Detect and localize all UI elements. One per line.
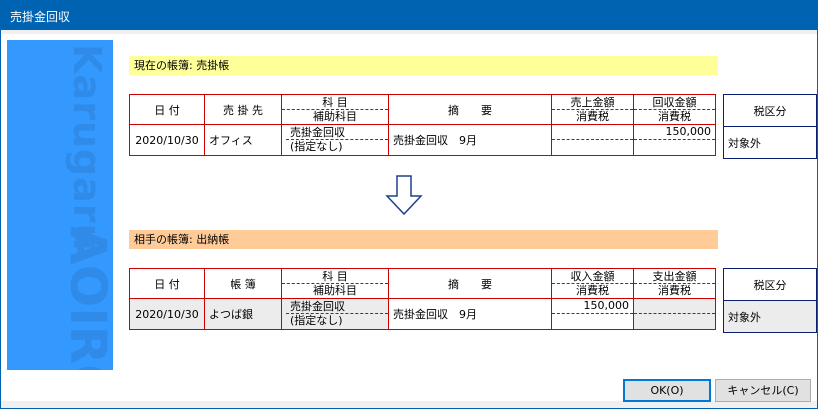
window-title: 売掛金回収 [10,10,71,24]
cell-account: 売掛金回収 (指定なし) [281,124,389,156]
cell-amount1-value [552,126,633,140]
header-partner: 売 掛 先 [204,94,282,125]
header-summary: 摘 要 [388,94,552,125]
cell-tax2-value [634,140,715,154]
other-book-label: 相手の帳簿: 出納帳 [129,230,718,249]
header-account: 科 目 補助科目 [281,268,389,299]
down-arrow-icon [385,175,423,216]
brand-logo-bottom: AOIRO [59,226,113,370]
header-tax2-label: 消費税 [658,109,691,123]
brand-logo-top: Karugaru [65,44,109,252]
header-tax1-label: 消費税 [576,283,609,297]
cell-amount1 [551,124,634,156]
cell-account-value: 売掛金回収 [286,127,388,140]
header-tax2-label: 消費税 [658,283,691,297]
dialog-frame: Karugaru AOIRO 現在の帳簿: 売掛帳 日 付 売 掛 先 科 目 … [1,30,817,408]
cell-sub-account-value: (指定なし) [290,140,343,153]
header-tax-class: 税区分 [723,268,817,301]
cell-tax-class: 対象外 [723,126,817,159]
cell-amount2-value: 150,000 [634,126,715,140]
cancel-button[interactable]: キャンセル(C) [715,379,811,402]
current-book-label: 現在の帳簿: 売掛帳 [129,56,718,75]
cell-partner: オフィス [204,124,282,156]
title-bar: 売掛金回収 [0,0,818,30]
header-date: 日 付 [129,94,205,125]
header-amount1-label: 収入金額 [552,270,633,284]
cell-amount2 [633,298,716,330]
current-tax-table: 税区分 対象外 [723,94,817,159]
cell-sub-account-value: (指定なし) [290,314,343,327]
cell-summary: 売掛金回収 9月 [388,298,552,330]
cell-amount1: 150,000 [551,298,634,330]
header-date: 日 付 [129,268,205,299]
header-account-label: 科 目 [282,96,388,110]
header-book: 帳 簿 [204,268,282,299]
other-tax-table: 税区分 対象外 [723,268,817,333]
cell-account-value: 売掛金回収 [286,301,388,314]
cell-amount2-value [634,300,715,314]
header-tax1-label: 消費税 [576,109,609,123]
header-amount2: 支出金額 消費税 [633,268,716,299]
cell-account: 売掛金回収 (指定なし) [281,298,389,330]
brand-side-panel: Karugaru AOIRO [7,40,113,370]
cell-tax2-value [634,314,715,328]
cell-tax1-value [552,314,633,328]
cell-date: 2020/10/30 [129,298,205,330]
header-account-label: 科 目 [282,270,388,284]
header-amount1: 収入金額 消費税 [551,268,634,299]
other-entry-table: 日 付 帳 簿 科 目 補助科目 摘 要 収入金額 消費税 支出金額 消費税 2… [129,268,716,330]
header-amount2-label: 回収金額 [634,96,715,110]
header-amount2-label: 支出金額 [634,270,715,284]
cell-tax1-value [552,140,633,154]
cell-summary: 売掛金回収 9月 [388,124,552,156]
header-sub-account-label: 補助科目 [313,109,357,123]
header-account: 科 目 補助科目 [281,94,389,125]
cell-book: よつば銀 [204,298,282,330]
cell-amount1-value: 150,000 [552,300,633,314]
ok-button[interactable]: OK(O) [623,379,711,402]
dialog-body: Karugaru AOIRO 現在の帳簿: 売掛帳 日 付 売 掛 先 科 目 … [1,34,817,401]
header-amount1-label: 売上金額 [552,96,633,110]
cell-tax-class: 対象外 [723,300,817,333]
cell-date: 2020/10/30 [129,124,205,156]
cell-amount2: 150,000 [633,124,716,156]
header-tax-class: 税区分 [723,94,817,127]
header-summary: 摘 要 [388,268,552,299]
header-sub-account-label: 補助科目 [313,283,357,297]
header-amount2: 回収金額 消費税 [633,94,716,125]
header-amount1: 売上金額 消費税 [551,94,634,125]
current-entry-table: 日 付 売 掛 先 科 目 補助科目 摘 要 売上金額 消費税 回収金額 消費税… [129,94,716,156]
